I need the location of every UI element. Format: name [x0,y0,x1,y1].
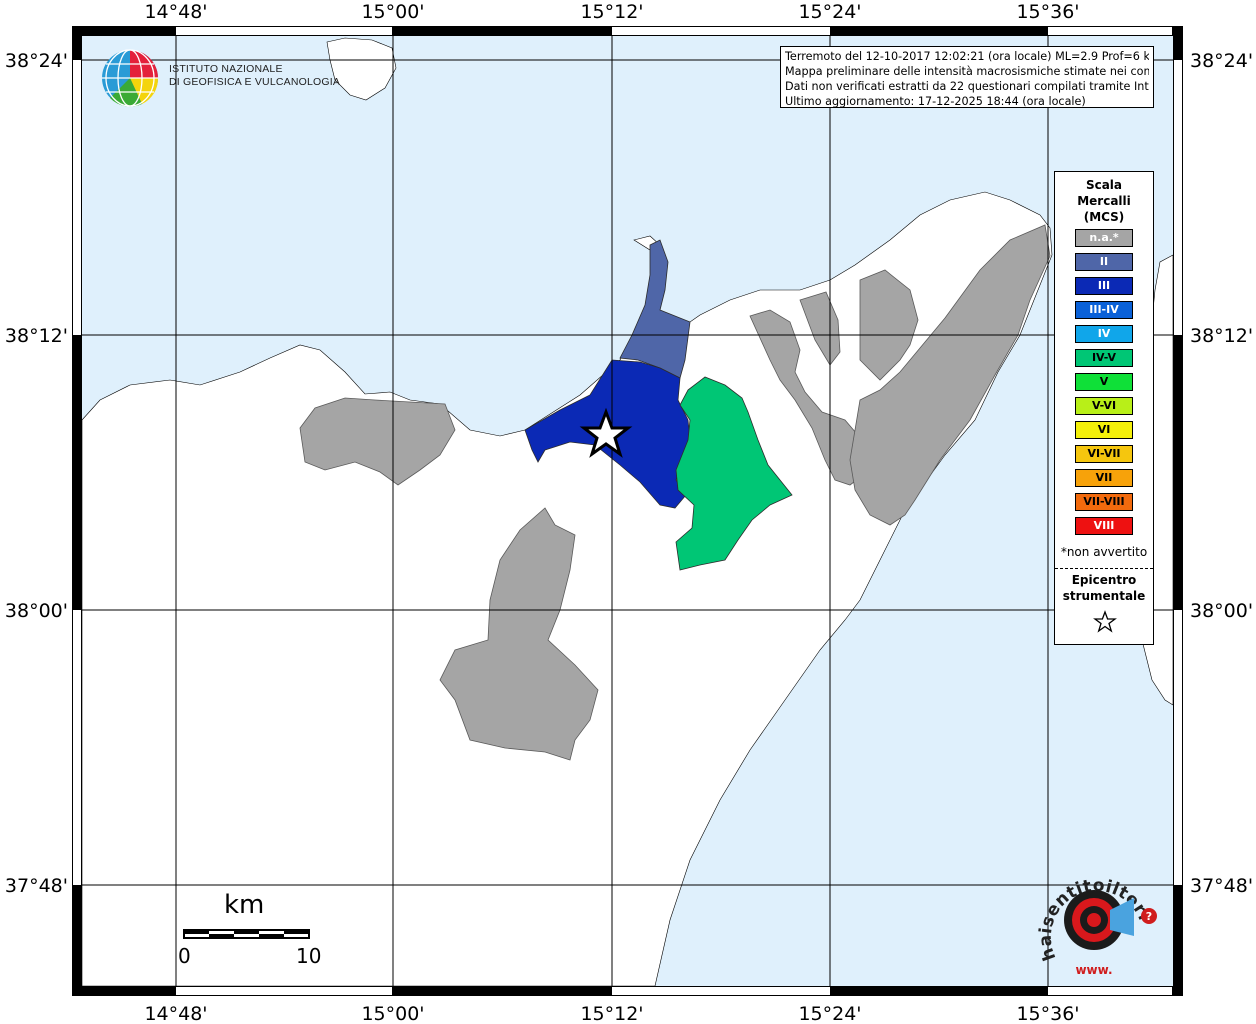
lat-label: 38°00' [5,600,68,622]
legend-epicentre-line: Epicentro [1071,573,1137,587]
lon-label: 14°48' [144,1003,207,1024]
lat-label: 38°00' [1190,600,1253,622]
lon-label: 15°24' [798,1,861,23]
lat-label: 38°24' [5,50,68,72]
logo-prefix: www. [1075,963,1112,977]
legend-item-vi: VI [1075,421,1133,439]
lon-label: 15°36' [1016,1003,1079,1024]
lat-label: 38°24' [1190,50,1253,72]
legend-item-vii: VII [1075,469,1133,487]
lat-label: 37°48' [5,875,68,897]
lon-label: 15°24' [798,1003,861,1024]
lon-label: 14°48' [144,1,207,23]
lat-labels-right: 38°24' 38°12' 38°00' 37°48' [1190,50,1253,897]
event-info-line: Ultimo aggiornamento: 17-12-2025 18:44 (… [785,95,1086,108]
legend-title-line: Mercalli [1077,194,1131,208]
lon-label: 15°36' [1016,1,1079,23]
institute-line2: DI GEOFISICA E VULCANOLOGIA [169,76,341,88]
lat-label: 37°48' [1190,875,1253,897]
lat-label: 38°12' [5,325,68,347]
event-info-line: Terremoto del 12-10-2017 12:02:21 (ora l… [785,50,1149,63]
legend-title-line: Scala [1085,178,1123,192]
legend-epicentre-label: Epicentro strumentale [1055,572,1153,604]
star-icon [1093,610,1117,633]
legend-item-viii: VIII [1075,517,1133,535]
legend-item-ii: II [1075,253,1133,271]
legend-note: *non avvertito [1060,545,1148,559]
haisentito-logo[interactable]: haisentitoilterremoto.it www. ? [1030,858,1160,978]
scale-bar-min: 0 [178,944,191,968]
legend-item-iii-iv: III-IV [1075,301,1133,319]
legend-divider [1055,568,1153,569]
legend-title-line: (MCS) [1083,210,1125,224]
legend-item-n-a: n.a.* [1075,229,1133,247]
institute-line1: ISTITUTO NAZIONALE [169,63,283,75]
lon-label: 15°00' [361,1,424,23]
event-info-box: Terremoto del 12-10-2017 12:02:21 (ora l… [780,46,1154,108]
legend-item-iv: IV [1075,325,1133,343]
lon-labels-top: 14°48' 15°00' 15°12' 15°24' 15°36' [144,1,1079,23]
lon-label: 15°12' [580,1,643,23]
lon-label: 15°12' [580,1003,643,1024]
legend-item-vii-viii: VII-VIII [1075,493,1133,511]
legend-item-iv-v: IV-V [1075,349,1133,367]
legend-item-iii: III [1075,277,1133,295]
event-info-line: Mappa preliminare delle intensità macros… [785,65,1149,78]
lon-label: 15°00' [361,1003,424,1024]
scale-bar [183,929,310,939]
legend-title: Scala Mercalli (MCS) [1055,177,1153,225]
legend-item-v-vi: V-VI [1075,397,1133,415]
lat-labels-left: 38°24' 38°12' 38°00' 37°48' [5,50,68,897]
scale-bar-unit: km [224,890,265,920]
scale-bar-max: 10 [296,944,322,968]
mcs-legend: Scala Mercalli (MCS) n.a.* II III III-IV IV I… [1054,171,1154,645]
question-mark-icon: ? [1146,910,1152,923]
legend-epicentre-line: strumentale [1062,589,1146,603]
legend-item-v: V [1075,373,1133,391]
lon-labels-bottom: 14°48' 15°00' 15°12' 15°24' 15°36' [144,1003,1079,1024]
institute-name: ISTITUTO NAZIONALE DI GEOFISICA E VULCAN… [169,63,340,89]
ingv-globe-icon [102,49,159,107]
event-info-line: Dati non verificati estratti da 22 quest… [785,80,1149,93]
lat-label: 38°12' [1190,325,1253,347]
legend-item-vi-vii: VI-VII [1075,445,1133,463]
